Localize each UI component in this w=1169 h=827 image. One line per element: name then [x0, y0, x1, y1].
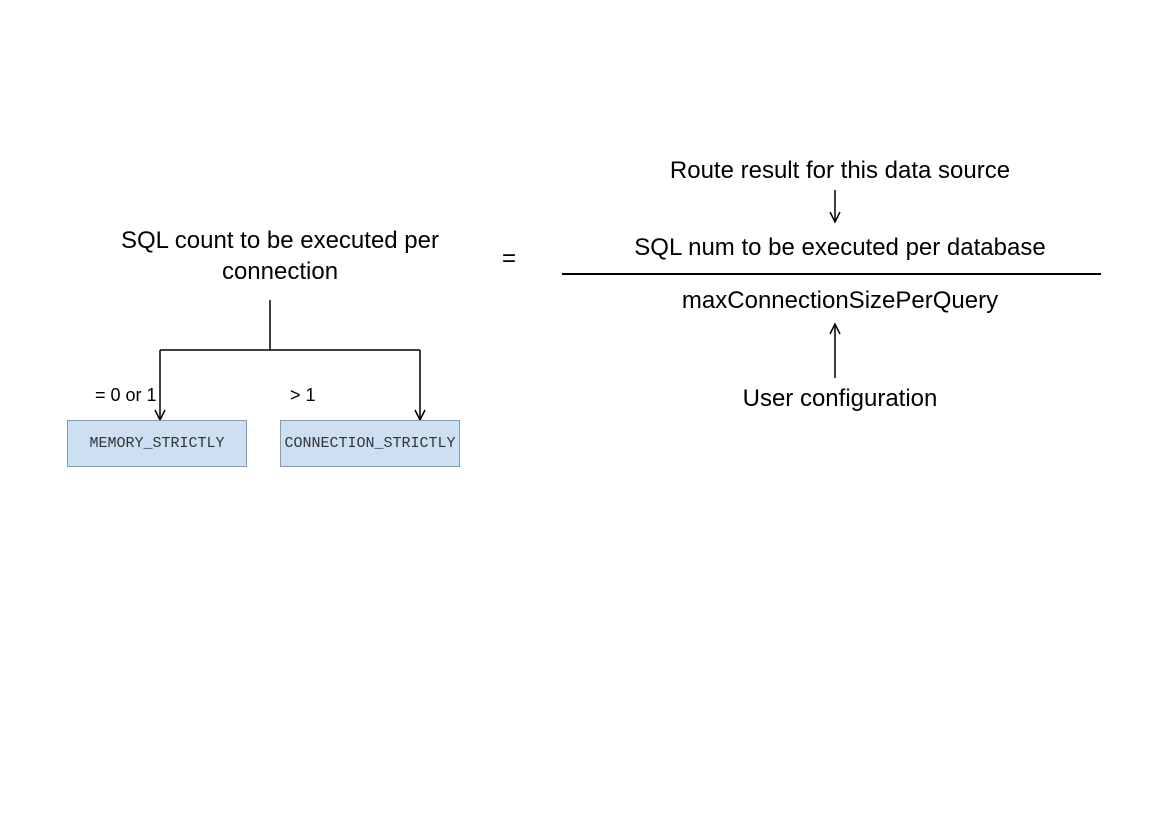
- top-label: Route result for this data source: [580, 155, 1100, 186]
- condition-left: = 0 or 1: [95, 385, 157, 406]
- mode-box-memory-strictly: MEMORY_STRICTLY: [67, 420, 247, 467]
- arrow-top: [825, 190, 845, 230]
- left-heading: SQL count to be executed per connection: [80, 225, 480, 287]
- fraction-line: [562, 273, 1101, 275]
- branch-connector: [70, 300, 470, 430]
- mode-box-connection-strictly: CONNECTION_STRICTLY: [280, 420, 460, 467]
- equals-sign: =: [502, 245, 516, 273]
- numerator: SQL num to be executed per database: [560, 232, 1120, 263]
- arrow-bottom: [825, 322, 845, 382]
- denominator: maxConnectionSizePerQuery: [580, 285, 1100, 316]
- bottom-label: User configuration: [580, 383, 1100, 414]
- condition-right: > 1: [290, 385, 316, 406]
